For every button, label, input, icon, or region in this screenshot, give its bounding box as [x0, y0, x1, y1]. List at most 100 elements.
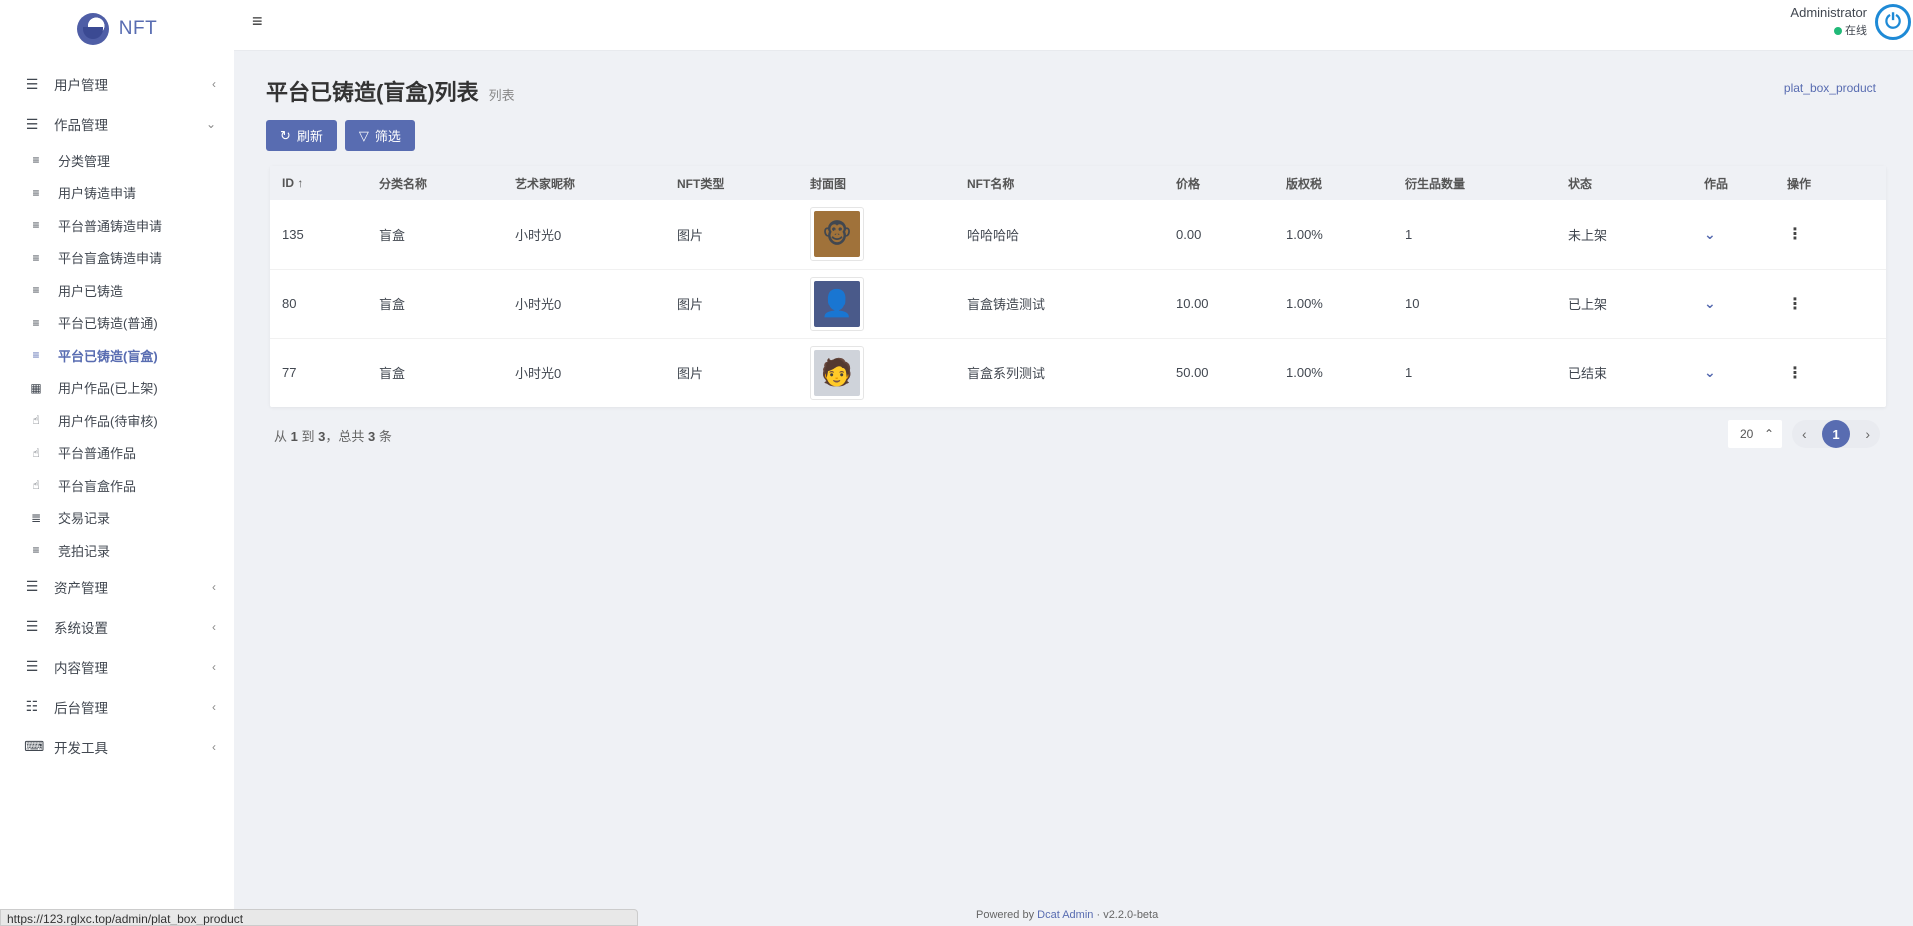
user-menu[interactable]: Administrator 在线 — [1790, 5, 1867, 38]
refresh-button[interactable]: ↻ 刷新 — [266, 120, 337, 151]
expand-chevron-icon[interactable]: ⌄ — [1704, 364, 1716, 380]
list-icon: ☰ — [25, 618, 39, 634]
sidebar-subitem-user-works-pending[interactable]: ☝ 用户作品(待审核) — [0, 404, 234, 437]
cover-thumbnail[interactable]: 👤 — [810, 276, 864, 331]
filter-icon: ▽ — [358, 127, 369, 143]
summary-unit: 条 — [378, 429, 392, 444]
cell-name: 哈哈哈哈 — [955, 200, 1164, 270]
sidebar-item-label: 内容管理 — [54, 660, 108, 676]
list-icon: ☰ — [25, 658, 39, 674]
pagination-summary: 从 1 到 3，总共 3 条 — [274, 426, 392, 445]
align-left-icon: ≡ — [32, 543, 40, 558]
sidebar-item-label: 分类管理 — [58, 153, 111, 169]
cell-status: 未上架 — [1556, 200, 1692, 270]
more-actions-icon[interactable]: ⋮ — [1787, 226, 1803, 243]
cell-derivatives: 1 — [1393, 200, 1556, 270]
sidebar-subitem-trade-records[interactable]: ≣ 交易记录 — [0, 502, 234, 535]
powered-pre: Powered by — [976, 909, 1035, 921]
chevron-down-icon: ⌄ — [205, 117, 216, 131]
sidebar-subitem-plat-minted-normal[interactable]: ≡ 平台已铸造(普通) — [0, 307, 234, 340]
refresh-label: 刷新 — [296, 129, 323, 144]
chevron-left-icon: ‹ — [212, 77, 216, 91]
sidebar-subitem-plat-normal-mint-apply[interactable]: ≡ 平台普通铸造申请 — [0, 209, 234, 242]
cell-actions: ⋮ — [1775, 269, 1886, 339]
col-category: 分类名称 — [379, 176, 428, 191]
sidebar: NFT ☰ 用户管理 ‹ ☰ 作品管理 ⌄ ≡ 分类管理 ≡ 用户铸造申请 ≡ … — [0, 0, 234, 926]
col-tax: 版权税 — [1286, 176, 1323, 191]
powered-link[interactable]: Dcat Admin — [1037, 909, 1093, 921]
more-actions-icon[interactable]: ⋮ — [1787, 296, 1803, 313]
brand-logo-icon — [76, 13, 109, 45]
list-icon: ☰ — [25, 75, 39, 92]
sidebar-item-label: 后台管理 — [54, 700, 108, 716]
cell-type: 图片 — [677, 366, 704, 382]
per-page-value: 20 — [1740, 427, 1754, 441]
cover-thumbnail[interactable]: 🧑 — [810, 345, 864, 400]
powered-by: Powered by Dcat Admin · v2.2.0-beta — [976, 909, 1158, 921]
list-icon: ☰ — [25, 578, 39, 594]
more-actions-icon[interactable]: ⋮ — [1787, 365, 1803, 382]
per-page-select[interactable]: 20 ⌃ — [1728, 420, 1782, 448]
cell-category: 盲盒 — [367, 269, 503, 339]
align-left-icon: ≡ — [32, 218, 40, 233]
sidebar-item-label: 平台盲盒铸造申请 — [58, 251, 163, 267]
sidebar-item-label: 竞拍记录 — [58, 543, 111, 559]
sidebar-item-system-settings[interactable]: ☰ 系统设置 ‹ — [0, 607, 234, 647]
sidebar-subitem-plat-box-works[interactable]: ☝ 平台盲盒作品 — [0, 469, 234, 502]
sidebar-subitem-user-works-listed[interactable]: ▦ 用户作品(已上架) — [0, 372, 234, 405]
sidebar-subitem-user-mint-apply[interactable]: ≡ 用户铸造申请 — [0, 177, 234, 210]
sidebar-item-content-management[interactable]: ☰ 内容管理 ‹ — [0, 647, 234, 687]
sidebar-menu: ☰ 用户管理 ‹ ☰ 作品管理 ⌄ ≡ 分类管理 ≡ 用户铸造申请 ≡ 平台普通… — [0, 64, 234, 767]
sidebar-item-works-management[interactable]: ☰ 作品管理 ⌄ — [0, 104, 234, 144]
sidebar-item-user-management[interactable]: ☰ 用户管理 ‹ — [0, 64, 234, 104]
cell-status: 已结束 — [1568, 366, 1608, 382]
table-row: 80 盲盒 小时光0 图片 👤 盲盒铸造测试 10.00 1.00% 10 已上… — [270, 269, 1886, 339]
sidebar-subitem-auction-records[interactable]: ≡ 竞拍记录 — [0, 534, 234, 567]
cell-artist: 小时光0 — [503, 269, 665, 339]
chevron-left-icon: ‹ — [212, 659, 216, 674]
col-id[interactable]: ID ↑ — [270, 166, 367, 200]
prev-page-icon[interactable]: ‹ — [1798, 426, 1811, 442]
expand-chevron-icon[interactable]: ⌄ — [1704, 295, 1716, 311]
cell-id: 80 — [270, 269, 367, 339]
cell-type: 图片 — [665, 200, 798, 270]
avatar[interactable]: ⏻ — [1875, 4, 1911, 40]
expand-chevron-icon[interactable]: ⌄ — [1704, 226, 1716, 242]
sidebar-item-label: 用户管理 — [54, 78, 108, 93]
sidebar-item-label: 平台已铸造(盲盒) — [58, 348, 158, 364]
cell-price: 0.00 — [1164, 200, 1274, 270]
col-derivatives: 衍生品数量 — [1405, 176, 1466, 191]
sidebar-item-dev-tools[interactable]: ⌨ 开发工具 ‹ — [0, 727, 234, 767]
sidebar-subitem-plat-minted-box[interactable]: ≡ 平台已铸造(盲盒) — [0, 339, 234, 372]
table-row: 135 盲盒 小时光0 图片 🐵 哈哈哈哈 0.00 1.00% 1 未上架 ⌄… — [270, 200, 1886, 270]
cover-thumbnail[interactable]: 🐵 — [810, 207, 864, 262]
next-page-icon[interactable]: › — [1861, 426, 1874, 442]
page-header: 平台已铸造(盲盒)列表 列表 — [266, 75, 515, 107]
sidebar-item-label: 用户作品(已上架) — [58, 381, 158, 397]
cell-tax: 1.00% — [1286, 365, 1323, 381]
sidebar-item-label: 用户已铸造 — [58, 283, 124, 299]
filter-button[interactable]: ▽ 筛选 — [344, 120, 415, 151]
cell-works: ⌄ — [1692, 269, 1775, 339]
table-header-row: ID ↑ 分类名称 艺术家昵称 NFT类型 封面图 NFT名称 价格 版权税 衍… — [270, 166, 1886, 200]
sidebar-item-asset-management[interactable]: ☰ 资产管理 ‹ — [0, 567, 234, 607]
cell-tax: 1.00% — [1274, 269, 1393, 339]
sidebar-subitem-user-minted[interactable]: ≡ 用户已铸造 — [0, 274, 234, 307]
brand[interactable]: NFT — [0, 0, 234, 58]
sidebar-subitem-category[interactable]: ≡ 分类管理 — [0, 144, 234, 177]
align-left-icon: ≡ — [32, 283, 40, 298]
sidebar-subitem-plat-normal-works[interactable]: ☝ 平台普通作品 — [0, 437, 234, 470]
character-image: 🧑 — [814, 349, 860, 396]
sidebar-toggle-icon[interactable]: ≡ — [252, 11, 263, 32]
cell-actions: ⋮ — [1775, 338, 1886, 407]
version-text: · v2.2.0-beta — [1096, 909, 1159, 921]
breadcrumb[interactable]: plat_box_product — [1784, 81, 1876, 95]
sidebar-item-label: 用户作品(待审核) — [58, 413, 158, 429]
summary-to-word: 到 — [301, 429, 315, 444]
sidebar-item-admin-management[interactable]: ☷ 后台管理 ‹ — [0, 687, 234, 727]
cell-tax: 1.00% — [1274, 200, 1393, 270]
col-name: NFT名称 — [967, 176, 1015, 191]
page-button-current[interactable]: 1 — [1822, 420, 1850, 448]
cell-status: 已上架 — [1556, 269, 1692, 339]
sidebar-subitem-plat-box-mint-apply[interactable]: ≡ 平台盲盒铸造申请 — [0, 242, 234, 275]
